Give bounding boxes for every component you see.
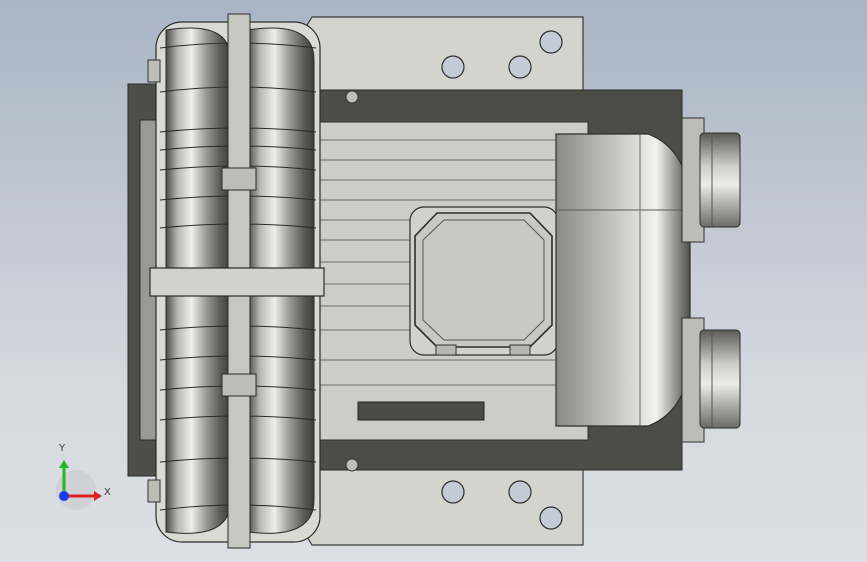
coordinate-triad: [56, 460, 102, 510]
outlet-port-upper[interactable]: [681, 117, 741, 243]
blower-model[interactable]: [0, 0, 867, 562]
outlet-port-lower[interactable]: [681, 317, 741, 443]
motor-end-cap[interactable]: [555, 133, 691, 427]
triad-x-label: X: [104, 487, 111, 498]
z-axis-dot: [59, 491, 69, 501]
blower-housing[interactable]: [147, 13, 325, 549]
cad-viewport[interactable]: X Y: [0, 0, 867, 562]
triad-y-label: Y: [59, 443, 66, 454]
terminal-box[interactable]: [409, 206, 559, 356]
